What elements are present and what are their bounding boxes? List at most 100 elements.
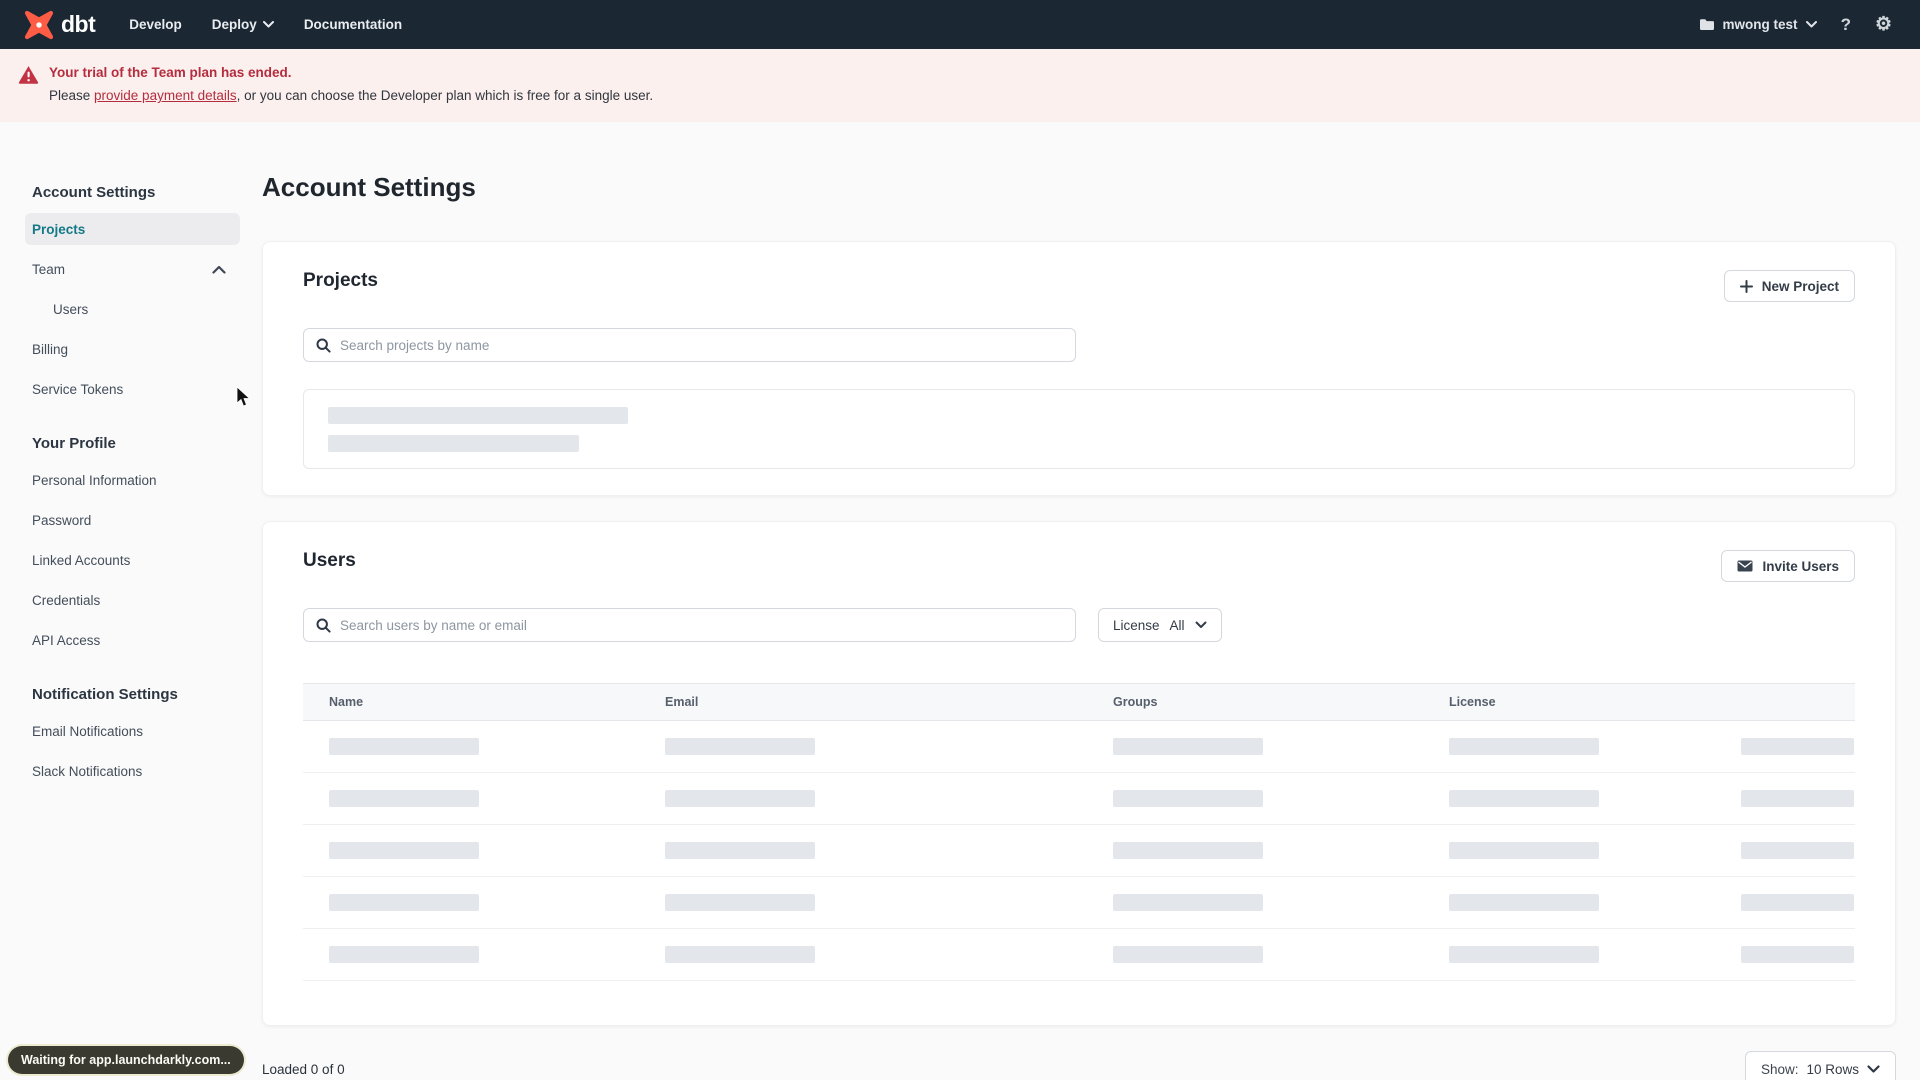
show-value: 10 Rows (1806, 1061, 1859, 1077)
show-label: Show: (1760, 1061, 1799, 1077)
envelope-icon (1737, 560, 1753, 572)
sidebar-item-label: Service Tokens (32, 381, 124, 397)
banner-body-suffix: , or you can choose the Developer plan w… (236, 88, 654, 103)
projects-card-title: Projects (303, 270, 378, 291)
nav-item-deploy[interactable]: Deploy (212, 17, 274, 32)
users-table-skeleton-row (303, 721, 1855, 773)
skeleton-bar (1741, 946, 1854, 963)
projects-search (303, 328, 1076, 362)
projects-card: Projects New Project (262, 241, 1896, 496)
nav-item-documentation[interactable]: Documentation (304, 17, 402, 32)
sidebar-item-personal-information[interactable]: Personal Information (25, 464, 240, 496)
sidebar-item-linked-accounts[interactable]: Linked Accounts (25, 544, 240, 576)
users-table-header: Name Email Groups License (303, 683, 1855, 721)
skeleton-bar (1113, 790, 1263, 807)
column-header-email: Email (665, 695, 699, 709)
skeleton-bar (328, 435, 579, 452)
nav-develop-label: Develop (129, 17, 182, 32)
sidebar-item-billing[interactable]: Billing (25, 333, 240, 365)
sidebar-item-service-tokens[interactable]: Service Tokens (25, 373, 240, 405)
sidebar-item-api-access[interactable]: API Access (25, 624, 240, 656)
account-name: mwong test (1722, 17, 1798, 32)
users-table-body (303, 721, 1855, 981)
sidebar-header-account-settings: Account Settings (32, 184, 156, 201)
sidebar-item-label: Personal Information (32, 472, 157, 488)
skeleton-bar (1741, 842, 1854, 859)
users-search-input[interactable] (340, 617, 1063, 633)
sidebar-item-label: Email Notifications (32, 723, 144, 739)
sidebar-item-projects[interactable]: Projects (25, 213, 240, 245)
users-search (303, 608, 1076, 642)
skeleton-bar (1113, 946, 1263, 963)
skeleton-bar (329, 842, 479, 859)
search-icon (316, 618, 331, 633)
sidebar-item-slack-notifications[interactable]: Slack Notifications (25, 755, 240, 787)
invite-users-button[interactable]: Invite Users (1721, 550, 1855, 582)
settings-gear-icon[interactable]: ⚙ (1875, 15, 1892, 34)
skeleton-bar (1741, 790, 1854, 807)
sidebar-item-users[interactable]: Users (25, 293, 240, 325)
projects-search-input[interactable] (340, 337, 1063, 353)
skeleton-bar (328, 407, 628, 424)
dbt-logo-icon (24, 10, 54, 39)
rows-per-page-dropdown[interactable]: Show: 10 Rows (1744, 1051, 1896, 1080)
skeleton-bar (665, 738, 815, 755)
chevron-down-icon (1867, 1064, 1880, 1073)
sidebar-item-password[interactable]: Password (25, 504, 240, 536)
skeleton-bar (1113, 738, 1263, 755)
skeleton-bar (1741, 738, 1854, 755)
skeleton-bar (1449, 894, 1599, 911)
dbt-logo[interactable]: dbt (24, 10, 96, 40)
chevron-down-icon (1195, 621, 1207, 628)
users-card: Users Invite Users Search users by name … (262, 521, 1896, 1026)
sidebar-item-label: Credentials (32, 592, 101, 608)
sidebar-item-label: Password (32, 512, 92, 528)
provide-payment-details-link[interactable]: provide payment details (94, 88, 237, 103)
trial-ended-banner: Your trial of the Team plan has ended. P… (0, 49, 1920, 122)
main-content: Account Settings Projects New Project Se… (240, 122, 1920, 1080)
sidebar-header-your-profile: Your Profile (32, 435, 116, 452)
skeleton-bar (329, 894, 479, 911)
account-picker[interactable]: mwong test (1699, 17, 1817, 32)
sidebar-item-label: Slack Notifications (32, 763, 143, 779)
nav-item-develop[interactable]: Develop (129, 17, 182, 32)
new-project-label: New Project (1761, 278, 1839, 294)
sidebar-item-label: Users (53, 301, 89, 317)
skeleton-bar (1449, 842, 1599, 859)
license-filter-value: All (1169, 617, 1185, 633)
top-nav: dbt Develop Deploy Documentation mwong t… (0, 0, 1920, 49)
invite-users-label: Invite Users (1762, 558, 1839, 574)
chevron-down-icon (262, 21, 274, 28)
sidebar-item-team[interactable]: Team (25, 253, 240, 285)
help-icon[interactable]: ? (1841, 16, 1851, 33)
sidebar-item-label: Billing (32, 341, 69, 357)
skeleton-bar (329, 946, 479, 963)
license-filter-label: License (1113, 617, 1160, 633)
new-project-button[interactable]: New Project (1723, 270, 1855, 302)
chevron-down-icon (1805, 21, 1817, 28)
license-filter-dropdown[interactable]: License All (1098, 608, 1222, 642)
plus-icon (1739, 279, 1753, 293)
sidebar-item-label: Linked Accounts (32, 552, 131, 568)
brand-text: dbt (61, 11, 96, 37)
skeleton-bar (1449, 738, 1599, 755)
projects-loading-placeholder (303, 389, 1855, 469)
sidebar-item-email-notifications[interactable]: Email Notifications (25, 715, 240, 747)
sidebar-item-credentials[interactable]: Credentials (25, 584, 240, 616)
users-table-footer: Loaded 0 of 0 Show: 10 Rows (262, 1051, 1896, 1080)
users-table-skeleton-row (303, 929, 1855, 981)
users-card-title: Users (303, 550, 356, 571)
column-header-license: License (1449, 695, 1496, 709)
sidebar-item-label: API Access (32, 632, 101, 648)
sidebar-item-label: Projects (32, 221, 86, 237)
banner-body: Please provide payment details, or you c… (49, 83, 653, 108)
skeleton-bar (1113, 842, 1263, 859)
chevron-up-icon (212, 265, 226, 274)
skeleton-bar (329, 790, 479, 807)
sidebar-item-label: Team (32, 261, 66, 277)
warning-triangle-icon (18, 66, 39, 84)
users-table: Name Email Groups License (303, 683, 1855, 981)
users-table-skeleton-row (303, 773, 1855, 825)
users-table-skeleton-row (303, 825, 1855, 877)
banner-title: Your trial of the Team plan has ended. (49, 65, 292, 80)
